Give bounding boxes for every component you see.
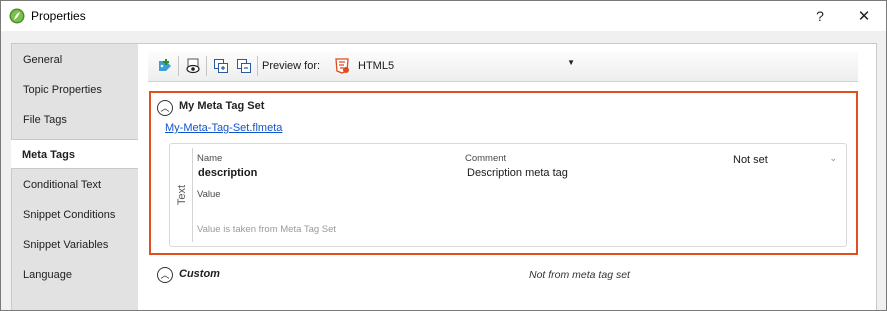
- dialog-content: General Topic Properties File Tags Meta …: [1, 31, 886, 310]
- properties-dialog: Properties ? ✕ General Topic Properties …: [0, 0, 887, 311]
- collapse-chevron-up-icon[interactable]: ︿: [157, 100, 173, 116]
- meta-tags-toolbar: Preview for: HTML5 ▼: [148, 52, 858, 82]
- meta-tag-card: Text Name description Comment Descriptio…: [169, 143, 847, 247]
- sidebar-item-general[interactable]: General: [12, 45, 138, 75]
- custom-group-note: Not from meta tag set: [529, 269, 630, 281]
- tag-type-label: Text: [172, 148, 193, 242]
- meta-tags-panel: Preview for: HTML5 ▼ ︿ My Meta Tag Set M…: [138, 43, 877, 310]
- window-title: Properties: [31, 9, 86, 23]
- tag-name-value: description: [198, 167, 258, 179]
- add-tag-icon[interactable]: [155, 56, 175, 76]
- sidebar-item-snippet-variables[interactable]: Snippet Variables: [12, 230, 138, 260]
- meta-tag-set-title: My Meta Tag Set: [179, 100, 265, 112]
- preview-for-label: Preview for:: [262, 60, 321, 72]
- sidebar-item-topic-properties[interactable]: Topic Properties: [12, 75, 138, 105]
- html5-icon: [335, 58, 349, 74]
- meta-tag-set-group: ︿ My Meta Tag Set My-Meta-Tag-Set.flmeta…: [149, 91, 858, 255]
- category-sidebar: General Topic Properties File Tags Meta …: [11, 43, 139, 310]
- expand-all-icon[interactable]: [211, 56, 231, 76]
- sidebar-item-snippet-conditions[interactable]: Snippet Conditions: [12, 200, 138, 230]
- value-label: Value: [197, 189, 221, 200]
- title-bar: Properties ? ✕: [1, 1, 886, 31]
- value-hint-text: Value is taken from Meta Tag Set: [197, 224, 337, 235]
- view-icon[interactable]: [183, 56, 203, 76]
- preview-target-value: HTML5: [358, 60, 395, 72]
- app-logo-icon: [9, 8, 25, 24]
- custom-group-header: ︿ Custom Not from meta tag set: [149, 262, 858, 286]
- sidebar-item-conditional-text[interactable]: Conditional Text: [12, 170, 138, 200]
- close-button[interactable]: ✕: [849, 5, 879, 27]
- tag-status-value: Not set: [733, 154, 768, 166]
- tag-comment-value: Description meta tag: [467, 167, 568, 179]
- collapse-chevron-up-icon[interactable]: ︿: [157, 267, 173, 283]
- help-button[interactable]: ?: [805, 5, 835, 27]
- meta-tag-set-file-link[interactable]: My-Meta-Tag-Set.flmeta: [165, 122, 282, 134]
- name-label: Name: [197, 153, 223, 164]
- preview-target-dropdown[interactable]: HTML5 ▼: [331, 55, 577, 77]
- chevron-down-icon: ▼: [567, 58, 575, 67]
- collapse-all-icon[interactable]: [234, 56, 254, 76]
- chevron-down-icon: ⌄: [829, 153, 837, 163]
- custom-group-title: Custom: [179, 268, 220, 280]
- comment-label: Comment: [465, 153, 507, 164]
- sidebar-item-file-tags[interactable]: File Tags: [12, 105, 138, 135]
- tag-status-dropdown[interactable]: Not set ⌄: [730, 153, 840, 169]
- sidebar-item-meta-tags[interactable]: Meta Tags: [11, 139, 139, 169]
- sidebar-item-language[interactable]: Language: [12, 260, 138, 290]
